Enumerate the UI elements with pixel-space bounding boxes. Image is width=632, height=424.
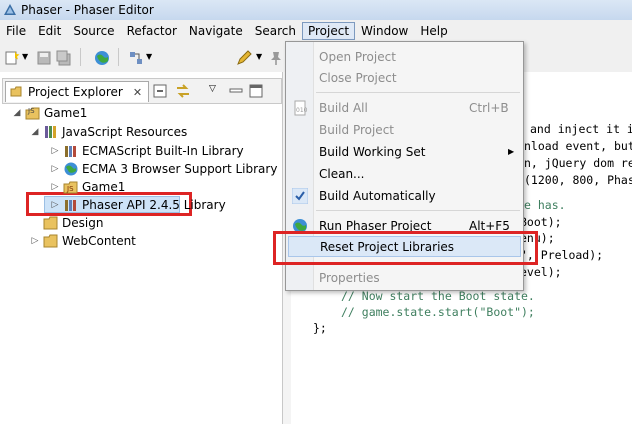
globe-run-icon[interactable] bbox=[94, 50, 110, 66]
collapsed-arrow-icon[interactable]: ▷ bbox=[50, 182, 60, 192]
tree-item-label: ECMA 3 Browser Support Library bbox=[82, 162, 278, 176]
menu-refactor[interactable]: Refactor bbox=[121, 22, 183, 40]
folder-icon bbox=[43, 216, 58, 230]
menu-item-build-project[interactable]: Build Project bbox=[286, 119, 523, 140]
menu-project[interactable]: Project bbox=[301, 22, 356, 40]
submenu-arrow-icon: ▶ bbox=[508, 147, 515, 156]
toolbar-separator bbox=[80, 48, 81, 66]
title-bar: Phaser - Phaser Editor bbox=[0, 0, 632, 20]
collapse-all-icon[interactable] bbox=[153, 84, 167, 98]
menu-window[interactable]: Window bbox=[355, 22, 414, 40]
menu-item-close-project[interactable]: Close Project bbox=[286, 67, 523, 88]
menu-item-open-project[interactable]: Open Project bbox=[286, 46, 523, 67]
library-icon bbox=[65, 200, 76, 211]
tree-item-javascript-resources[interactable]: ◢ JavaScript Resources bbox=[30, 123, 188, 141]
menu-item-properties[interactable]: Properties bbox=[286, 267, 523, 288]
tree-item-game1-source[interactable]: ▷ JS Game1 bbox=[50, 178, 126, 196]
code-line: nload event, but bbox=[524, 139, 632, 153]
tree-item-ecma3-browser-library[interactable]: ▷ ECMA 3 Browser Support Library bbox=[50, 160, 278, 178]
tree-item-ecmascript-library[interactable]: ▷ ECMAScript Built-In Library bbox=[50, 142, 244, 160]
close-icon[interactable]: ✕ bbox=[133, 86, 142, 99]
expand-arrow-icon[interactable]: ◢ bbox=[12, 108, 22, 118]
tree-item-label: WebContent bbox=[62, 234, 136, 248]
folder-icon bbox=[43, 234, 58, 248]
tree-item-label: Game1 bbox=[82, 180, 126, 194]
menu-separator bbox=[316, 210, 520, 211]
tree-item-game1-project[interactable]: ◢ JS Game1 bbox=[12, 104, 88, 122]
maximize-icon[interactable] bbox=[249, 84, 263, 98]
source-folder-icon: JS bbox=[63, 181, 78, 194]
code-line: evel); bbox=[520, 265, 562, 279]
svg-text:010: 010 bbox=[296, 107, 308, 114]
tree-item-label: Phaser API 2.4.5 Library bbox=[82, 198, 226, 212]
pencil-icon[interactable] bbox=[236, 50, 252, 66]
tree-item-label: Game1 bbox=[44, 106, 88, 120]
menu-search[interactable]: Search bbox=[249, 22, 302, 40]
tree-item-label: JavaScript Resources bbox=[62, 125, 188, 139]
checkmark-icon bbox=[292, 188, 308, 204]
code-line: Boot); bbox=[520, 215, 562, 229]
phaser-app-icon bbox=[4, 4, 16, 15]
open-type-icon[interactable] bbox=[128, 50, 144, 66]
build-all-icon: 010 bbox=[294, 100, 308, 116]
project-explorer-header: Project Explorer ✕ ▽ bbox=[2, 78, 282, 104]
menu-separator bbox=[316, 92, 520, 93]
svg-text:JS: JS bbox=[27, 107, 35, 115]
collapsed-arrow-icon[interactable]: ▷ bbox=[50, 146, 60, 156]
menu-item-clean[interactable]: Clean... bbox=[286, 163, 523, 184]
tree-item-label: Design bbox=[62, 216, 104, 230]
tree-item-phaser-api-library[interactable]: ▷ Phaser API 2.4.5 Library bbox=[50, 196, 226, 214]
code-line: }; bbox=[313, 321, 327, 335]
collapsed-arrow-icon[interactable]: ▷ bbox=[50, 164, 60, 174]
save-all-icon[interactable] bbox=[56, 50, 72, 66]
menu-item-build-working-set[interactable]: Build Working Set ▶ bbox=[286, 141, 523, 162]
project-explorer-tab-label: Project Explorer bbox=[28, 85, 123, 99]
browser-library-icon bbox=[64, 162, 78, 176]
tree-item-webcontent[interactable]: ▷ WebContent bbox=[30, 232, 136, 250]
link-with-editor-icon[interactable] bbox=[175, 83, 191, 99]
menu-source[interactable]: Source bbox=[67, 22, 120, 40]
collapsed-arrow-icon[interactable]: ▷ bbox=[30, 236, 40, 246]
code-line: and inject it i bbox=[530, 122, 632, 136]
view-menu-icon[interactable]: ▽ bbox=[209, 84, 216, 94]
code-line: n, jQuery dom re bbox=[524, 156, 632, 170]
menu-item-build-all[interactable]: 010 Build All Ctrl+B bbox=[286, 97, 523, 118]
expand-arrow-icon[interactable]: ◢ bbox=[30, 127, 40, 137]
menu-edit[interactable]: Edit bbox=[32, 22, 67, 40]
open-type-dropdown-icon[interactable]: ▼ bbox=[146, 52, 152, 61]
minimize-icon[interactable] bbox=[229, 85, 243, 97]
collapsed-arrow-icon[interactable]: ▷ bbox=[50, 200, 60, 210]
tree-item-design[interactable]: Design bbox=[40, 214, 103, 232]
svg-text:JS: JS bbox=[66, 185, 74, 193]
code-line: (1200, 800, Phas bbox=[524, 173, 632, 187]
pin-icon[interactable] bbox=[268, 50, 284, 66]
menu-help[interactable]: Help bbox=[414, 22, 453, 40]
code-line: e has. bbox=[524, 198, 566, 212]
new-dropdown-icon[interactable]: ▼ bbox=[22, 52, 28, 61]
new-icon[interactable] bbox=[4, 50, 20, 66]
project-explorer-tab[interactable]: Project Explorer ✕ bbox=[5, 81, 150, 102]
tree-item-label: ECMAScript Built-In Library bbox=[82, 144, 244, 158]
window-title: Phaser - Phaser Editor bbox=[21, 3, 154, 17]
project-explorer-panel: Project Explorer ✕ ▽ ◢ JS Game1 ◢ JavaSc… bbox=[0, 72, 283, 424]
menu-bar: File Edit Source Refactor Navigate Searc… bbox=[0, 20, 632, 42]
js-resources-icon bbox=[45, 126, 56, 138]
menu-file[interactable]: File bbox=[0, 22, 32, 40]
library-icon bbox=[65, 146, 76, 157]
project-icon: JS bbox=[25, 107, 40, 120]
annotation-red-box bbox=[273, 231, 538, 265]
save-icon[interactable] bbox=[36, 50, 52, 66]
folder-tab-icon bbox=[10, 86, 22, 97]
code-line: // game.state.start("Boot"); bbox=[341, 305, 535, 319]
menu-item-build-automatically[interactable]: Build Automatically bbox=[286, 185, 523, 206]
toolbar-separator bbox=[118, 48, 119, 66]
menu-navigate[interactable]: Navigate bbox=[183, 22, 249, 40]
pencil-dropdown-icon[interactable]: ▼ bbox=[256, 52, 262, 61]
